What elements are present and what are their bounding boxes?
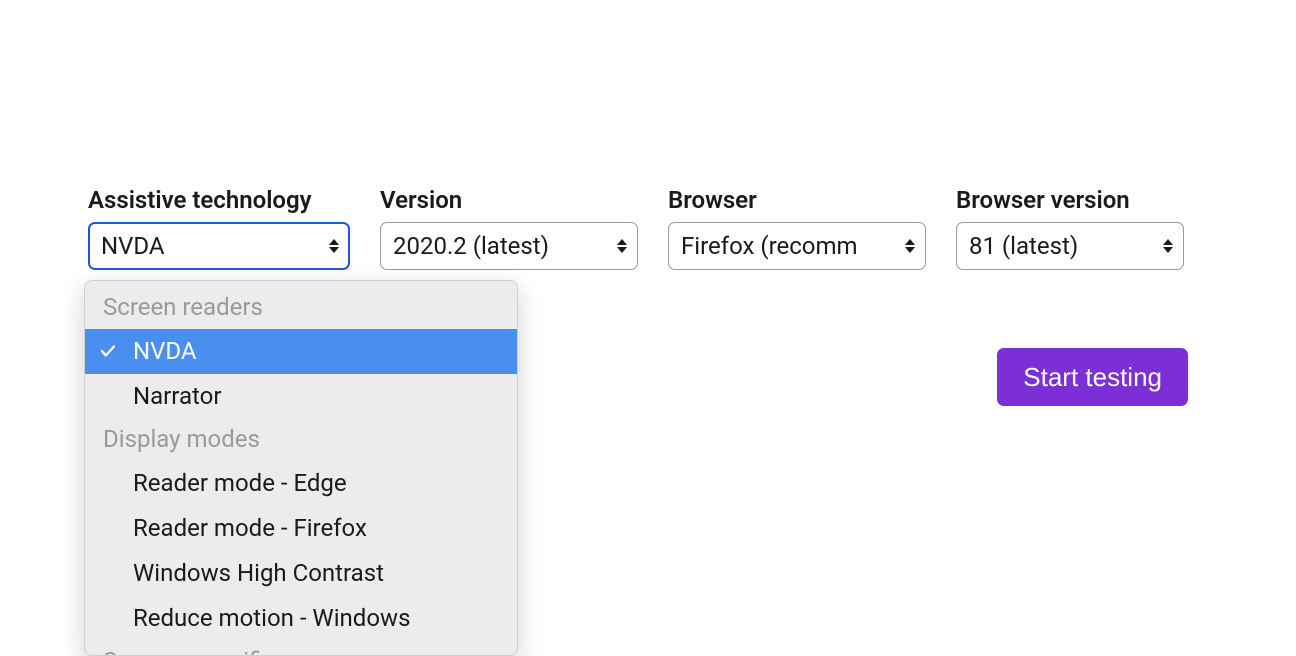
label-version: Version (380, 185, 638, 216)
dropdown-item-high-contrast[interactable]: Windows High Contrast (85, 551, 517, 596)
select-browser-version[interactable]: 81 (latest) (956, 222, 1184, 270)
form-row: Assistive technology NVDA Version 2020.2… (88, 185, 1208, 270)
field-assistive-technology: Assistive technology NVDA (88, 185, 350, 270)
dropdown-group-label: Display modes (85, 419, 517, 461)
dropdown-item-narrator[interactable]: Narrator (85, 374, 517, 419)
field-browser: Browser Firefox (recomm (668, 185, 926, 270)
dropdown-item-label: NVDA (133, 337, 197, 365)
label-browser: Browser (668, 185, 926, 216)
dropdown-item-reader-firefox[interactable]: Reader mode - Firefox (85, 506, 517, 551)
dropdown-item-label: Reader mode - Edge (133, 469, 347, 497)
dropdown-assistive-technology[interactable]: Screen readers NVDA Narrator Display mod… (84, 280, 518, 656)
dropdown-item-label: Windows High Contrast (133, 559, 384, 587)
dropdown-item-reader-edge[interactable]: Reader mode - Edge (85, 461, 517, 506)
select-value-browser: Firefox (recomm (668, 222, 926, 270)
dropdown-item-label: Reader mode - Firefox (133, 514, 367, 542)
check-icon (99, 342, 117, 360)
select-version[interactable]: 2020.2 (latest) (380, 222, 638, 270)
select-value-version: 2020.2 (latest) (380, 222, 638, 270)
label-browser-version: Browser version (956, 185, 1184, 216)
field-version: Version 2020.2 (latest) (380, 185, 638, 270)
label-assistive-technology: Assistive technology (88, 185, 350, 216)
dropdown-item-reduce-motion[interactable]: Reduce motion - Windows (85, 596, 517, 641)
dropdown-item-label: Reduce motion - Windows (133, 604, 410, 632)
dropdown-item-label: Narrator (133, 382, 221, 410)
select-value-assistive-technology: NVDA (88, 222, 350, 270)
form-container: Assistive technology NVDA Version 2020.2… (0, 0, 1296, 270)
action-row: Start testing (997, 348, 1188, 406)
select-assistive-technology[interactable]: NVDA (88, 222, 350, 270)
field-browser-version: Browser version 81 (latest) (956, 185, 1184, 270)
select-browser[interactable]: Firefox (recomm (668, 222, 926, 270)
dropdown-group-label: Screen magnifiers (85, 641, 517, 656)
start-testing-button[interactable]: Start testing (997, 348, 1188, 406)
select-value-browser-version: 81 (latest) (956, 222, 1184, 270)
dropdown-item-nvda[interactable]: NVDA (85, 329, 517, 374)
dropdown-group-label: Screen readers (85, 287, 517, 329)
